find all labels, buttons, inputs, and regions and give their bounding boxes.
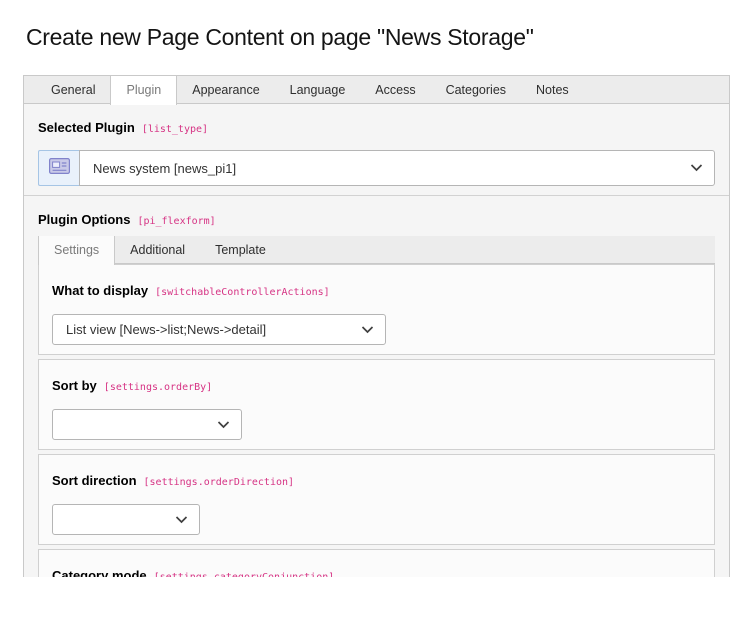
sort-direction-label-row: Sort direction [settings.orderDirection] [52, 474, 701, 490]
what-to-display-select-value: List view [News->list;News->detail] [66, 322, 266, 337]
tab-general[interactable]: General [36, 76, 110, 103]
newspaper-icon [49, 158, 70, 179]
plugin-options-key-code: [pi_flexform] [137, 216, 215, 227]
plugin-options-label: Plugin Options [38, 212, 130, 227]
tab-categories[interactable]: Categories [431, 76, 521, 103]
tab-access[interactable]: Access [360, 76, 430, 103]
plugin-options-label-row: Plugin Options [pi_flexform] [38, 213, 715, 229]
tab-template[interactable]: Template [200, 236, 281, 263]
chevron-down-icon [361, 326, 374, 334]
selected-plugin-select-value: News system [news_pi1] [93, 161, 236, 176]
field-section-what-to-display: What to display [switchableControllerActi… [38, 264, 715, 355]
field-section-category-mode: Category mode [settings.categoryConjuncti… [38, 549, 715, 577]
content-form-panel: General Plugin Appearance Language Acces… [23, 75, 730, 577]
what-to-display-key-code: [switchableControllerActions] [155, 287, 330, 298]
sort-by-label: Sort by [52, 378, 97, 393]
tab-appearance[interactable]: Appearance [177, 76, 274, 103]
selected-plugin-label-row: Selected Plugin [list_type] [38, 121, 715, 137]
section-divider [24, 195, 729, 196]
selected-plugin-select[interactable]: News system [news_pi1] [79, 150, 715, 186]
selected-plugin-label: Selected Plugin [38, 120, 135, 135]
selected-plugin-row: News system [news_pi1] [38, 150, 715, 186]
field-section-sort-by: Sort by [settings.orderBy] [38, 359, 715, 450]
flexform-tab-bar: Settings Additional Template [38, 236, 715, 264]
what-to-display-select[interactable]: List view [News->list;News->detail] [52, 314, 386, 345]
tab-settings[interactable]: Settings [38, 236, 115, 265]
chevron-down-icon [690, 164, 703, 172]
sort-by-key-code: [settings.orderBy] [104, 382, 212, 393]
tab-notes[interactable]: Notes [521, 76, 584, 103]
page-title: Create new Page Content on page "News St… [26, 24, 727, 50]
chevron-down-icon [175, 516, 188, 524]
sort-direction-select[interactable] [52, 504, 200, 535]
what-to-display-label: What to display [52, 283, 148, 298]
sort-direction-key-code: [settings.orderDirection] [144, 477, 295, 488]
category-mode-label-row: Category mode [settings.categoryConjuncti… [52, 569, 701, 577]
what-to-display-label-row: What to display [switchableControllerActi… [52, 284, 701, 300]
chevron-down-icon [217, 421, 230, 429]
tab-additional[interactable]: Additional [115, 236, 200, 263]
tab-bar: General Plugin Appearance Language Acces… [24, 76, 729, 104]
sort-by-select[interactable] [52, 409, 242, 440]
tab-plugin[interactable]: Plugin [110, 76, 177, 105]
plugin-icon-box [38, 150, 79, 186]
sort-direction-label: Sort direction [52, 473, 137, 488]
field-section-sort-direction: Sort direction [settings.orderDirection] [38, 454, 715, 545]
category-mode-label: Category mode [52, 568, 147, 577]
sort-by-label-row: Sort by [settings.orderBy] [52, 379, 701, 395]
category-mode-key-code: [settings.categoryConjunction] [154, 572, 335, 577]
selected-plugin-key-code: [list_type] [142, 124, 208, 135]
plugin-options-group: Settings Additional Template What to dis… [38, 236, 715, 577]
tab-language[interactable]: Language [275, 76, 361, 103]
